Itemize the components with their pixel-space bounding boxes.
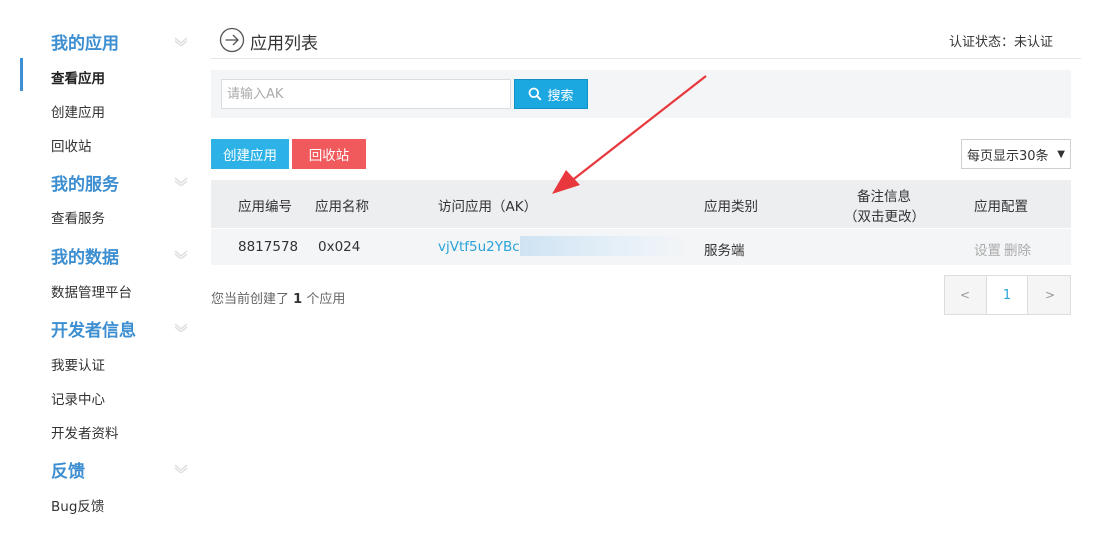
- circle-arrow-icon: [219, 27, 245, 53]
- delete-link[interactable]: 删除: [1004, 239, 1031, 259]
- col-note-title: 备注信息: [857, 189, 911, 205]
- cell-app-note[interactable]: [851, 239, 931, 257]
- cell-app-id: 8817578: [238, 239, 299, 255]
- page-1-button[interactable]: 1: [986, 276, 1028, 314]
- ak-redaction: [520, 236, 690, 256]
- prev-page-button[interactable]: <: [945, 276, 985, 314]
- settings-link[interactable]: 设置: [974, 239, 1001, 259]
- chevron-down-icon[interactable]: [174, 463, 188, 473]
- auth-status-value: 未认证: [1014, 35, 1054, 50]
- col-app-id: 应用编号: [238, 199, 292, 215]
- page-size-value: 每页显示30条: [967, 148, 1049, 164]
- sidebar: 我的应用 查看应用 创建应用 回收站 我的服务 查看服务 我的数据 数据管理平台…: [0, 0, 200, 541]
- count-prefix: 您当前创建了: [211, 292, 290, 307]
- cell-app-name: 0x024: [318, 239, 361, 255]
- chevron-down-icon[interactable]: [174, 176, 188, 186]
- count-suffix: 个应用: [306, 292, 346, 307]
- sidebar-section-feedback[interactable]: 反馈: [51, 457, 85, 482]
- auth-status-label: 认证状态：: [949, 35, 1015, 50]
- col-app-config: 应用配置: [974, 199, 1028, 215]
- sidebar-item-view-apps[interactable]: 查看应用: [51, 67, 105, 87]
- col-note-hint: （双击更改）: [844, 209, 925, 225]
- caret-down-icon: ▼: [1057, 149, 1065, 160]
- sidebar-section-my-services[interactable]: 我的服务: [51, 170, 119, 195]
- active-indicator: [20, 58, 200, 91]
- sidebar-item-data-platform[interactable]: 数据管理平台: [51, 281, 132, 301]
- sidebar-section-my-apps[interactable]: 我的应用: [51, 29, 119, 54]
- sidebar-item-record-center[interactable]: 记录中心: [51, 388, 105, 408]
- sidebar-section-my-data[interactable]: 我的数据: [51, 243, 119, 268]
- col-access-ak: 访问应用（AK）: [438, 199, 538, 215]
- recycle-bin-button[interactable]: 回收站: [292, 139, 366, 169]
- sidebar-section-developer-info[interactable]: 开发者信息: [51, 316, 136, 341]
- page-size-select[interactable]: 每页显示30条 ▼: [961, 139, 1071, 169]
- cell-app-type: 服务端: [704, 243, 745, 259]
- page-title: 应用列表: [250, 34, 318, 54]
- auth-status: 认证状态：未认证: [949, 31, 1053, 50]
- pagination: < 1 >: [944, 275, 1071, 315]
- cell-app-ak[interactable]: vjVtf5u2YBck: [438, 239, 528, 255]
- chevron-down-icon[interactable]: [174, 36, 188, 46]
- ak-search-input[interactable]: [221, 79, 511, 109]
- header-divider: [211, 58, 1081, 59]
- sidebar-item-bug-feedback[interactable]: Bug反馈: [51, 495, 104, 515]
- create-app-button[interactable]: 创建应用: [211, 139, 289, 169]
- app-count-text: 您当前创建了 1 个应用: [211, 288, 345, 307]
- sidebar-item-view-services[interactable]: 查看服务: [51, 207, 105, 227]
- app-count: 1: [293, 292, 303, 307]
- col-app-name: 应用名称: [315, 199, 369, 215]
- sidebar-item-certify[interactable]: 我要认证: [51, 354, 105, 374]
- chevron-down-icon[interactable]: [174, 322, 188, 332]
- sidebar-item-create-app[interactable]: 创建应用: [51, 101, 105, 121]
- col-app-type: 应用类别: [704, 199, 758, 215]
- sidebar-item-developer-profile[interactable]: 开发者资料: [51, 422, 119, 442]
- sidebar-item-recycle-bin[interactable]: 回收站: [51, 135, 92, 155]
- next-page-button[interactable]: >: [1030, 276, 1070, 314]
- chevron-down-icon[interactable]: [174, 249, 188, 259]
- annotation-arrow-icon: [552, 75, 707, 194]
